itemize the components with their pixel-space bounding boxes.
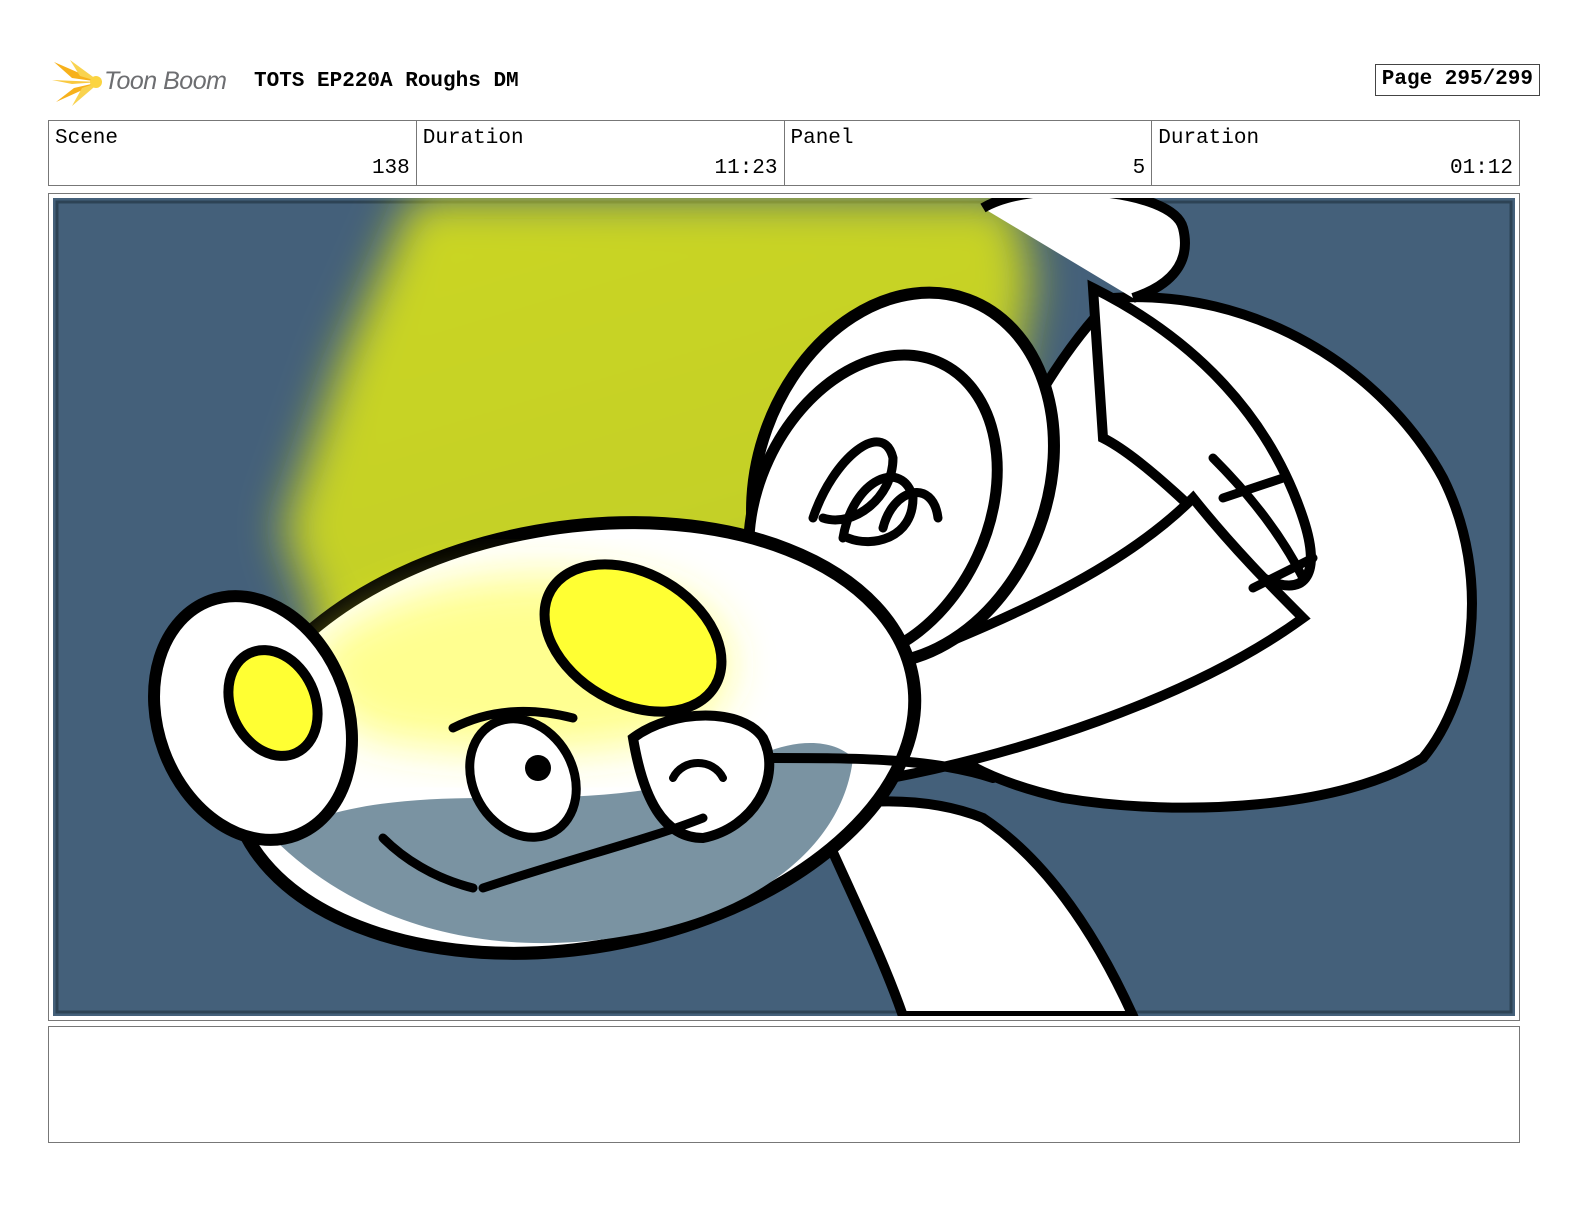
panel-illustration <box>53 198 1515 1016</box>
panel-label: Panel <box>790 127 854 150</box>
page-header: Toon Boom TOTS EP220A Roughs DM Page 295… <box>52 58 1540 108</box>
panel-notes <box>48 1026 1520 1143</box>
scene-duration-value: 11:23 <box>714 157 778 180</box>
panel-duration-label: Duration <box>1158 127 1260 150</box>
scene-cell: Scene 138 <box>49 121 417 185</box>
scene-info-table: Scene 138 Duration 11:23 Panel 5 Duratio… <box>48 120 1520 186</box>
scene-label: Scene <box>55 127 119 150</box>
logo-text: Toon Boom <box>104 67 227 95</box>
sunburst-icon <box>52 60 102 106</box>
panel-value: 5 <box>1132 157 1146 180</box>
panel-duration-cell: Duration 01:12 <box>1152 121 1519 185</box>
scene-duration-label: Duration <box>422 127 524 150</box>
scene-duration-cell: Duration 11:23 <box>417 121 785 185</box>
storyboard-panel <box>48 193 1520 1021</box>
scene-value: 138 <box>371 157 410 180</box>
panel-duration-value: 01:12 <box>1449 157 1513 180</box>
panel-drawing <box>53 198 1515 1016</box>
panel-cell: Panel 5 <box>785 121 1153 185</box>
character-pupil <box>525 755 551 781</box>
page-number: Page 295/299 <box>1374 64 1540 96</box>
document-title: TOTS EP220A Roughs DM <box>254 70 519 93</box>
toon-boom-logo: Toon Boom <box>52 58 242 108</box>
